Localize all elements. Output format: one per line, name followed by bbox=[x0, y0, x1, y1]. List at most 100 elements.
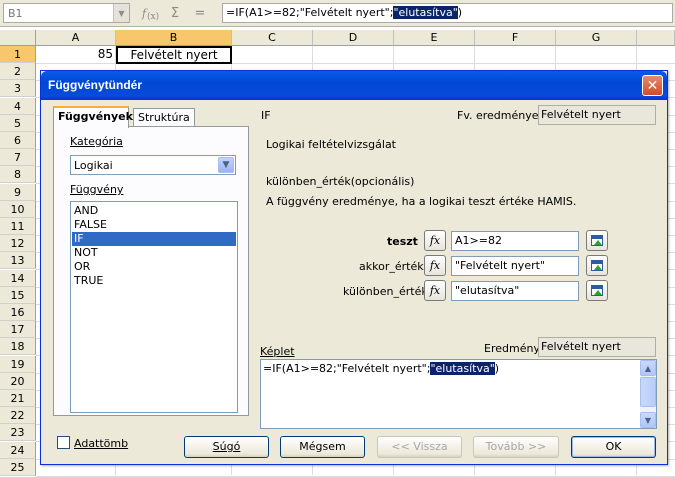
argument-input-then[interactable]: "Felvételt nyert" bbox=[451, 256, 579, 276]
shrink-dialog-icon[interactable] bbox=[586, 255, 608, 276]
row-header-21[interactable]: 21 bbox=[0, 390, 36, 407]
row-header-3[interactable]: 3 bbox=[0, 80, 36, 98]
list-item-selected[interactable]: IF bbox=[72, 232, 236, 246]
list-item[interactable]: NOT bbox=[72, 246, 236, 260]
cell-b1[interactable]: Felvételt nyert bbox=[116, 46, 232, 64]
functions-panel: Kategória Logikai ▼ Függvény AND FALSE I… bbox=[53, 126, 249, 416]
tab-structure[interactable]: Struktúra bbox=[133, 108, 195, 128]
row-header-25[interactable]: 25 bbox=[0, 458, 36, 476]
formula-scrollbar[interactable]: ▲ ▼ bbox=[640, 360, 656, 428]
shrink-dialog-icon[interactable] bbox=[586, 230, 608, 251]
help-button[interactable]: Súgó bbox=[184, 436, 269, 458]
list-item[interactable]: AND bbox=[72, 204, 236, 218]
row-header-10[interactable]: 10 bbox=[0, 200, 36, 218]
row-header-9[interactable]: 9 bbox=[0, 183, 36, 201]
category-label: Kategória bbox=[70, 135, 123, 148]
formula-text: =IF(A1>=82;"Felvételt nyert"; bbox=[226, 6, 394, 19]
column-header-f[interactable]: F bbox=[475, 30, 556, 46]
argument-input-test[interactable]: A1>=82 bbox=[451, 231, 579, 251]
row-header-23[interactable]: 23 bbox=[0, 424, 36, 442]
formula-label: Képlet bbox=[260, 345, 295, 358]
function-label: Függvény bbox=[70, 183, 124, 196]
equals-icon[interactable]: = bbox=[190, 4, 210, 22]
name-box[interactable]: B1 ▼ bbox=[3, 3, 130, 23]
row-header-18[interactable]: 18 bbox=[0, 338, 36, 356]
row-header-13[interactable]: 13 bbox=[0, 252, 36, 270]
row-header-22[interactable]: 22 bbox=[0, 407, 36, 425]
category-value: Logikai bbox=[74, 159, 113, 172]
formula-editor-prefix: =IF(A1>=82;"Felvételt nyert"; bbox=[263, 362, 431, 375]
row-header-15[interactable]: 15 bbox=[0, 286, 36, 304]
column-header-g[interactable]: G bbox=[556, 30, 637, 46]
shrink-dialog-icon[interactable] bbox=[586, 280, 608, 301]
row-header-17[interactable]: 17 bbox=[0, 321, 36, 339]
chevron-down-icon[interactable]: ▼ bbox=[113, 4, 129, 22]
column-header-d[interactable]: D bbox=[313, 30, 394, 46]
cancel-button[interactable]: Mégsem bbox=[280, 436, 365, 458]
array-label: Adattömb bbox=[74, 437, 129, 450]
formula-editor-text: =IF(A1>=82;"Felvételt nyert";"elutasítva… bbox=[263, 362, 499, 375]
row-header-4[interactable]: 4 bbox=[0, 97, 36, 115]
column-header-partial[interactable] bbox=[637, 30, 675, 46]
argument-input-else[interactable]: "elutasítva" bbox=[451, 281, 579, 301]
function-list[interactable]: AND FALSE IF NOT OR TRUE bbox=[70, 201, 238, 413]
chevron-down-icon[interactable]: ▼ bbox=[218, 157, 234, 173]
dialog-titlebar[interactable]: Függvénytündér ✕ bbox=[41, 71, 667, 100]
sum-icon[interactable]: Σ bbox=[165, 4, 185, 22]
dialog-title: Függvénytündér bbox=[48, 78, 143, 92]
cancel-button-label: Mégsem bbox=[299, 440, 346, 453]
parameter-description: A függvény eredménye, ha a logikai teszt… bbox=[266, 195, 577, 208]
row-header-2[interactable]: 2 bbox=[0, 63, 36, 81]
column-header-e[interactable]: E bbox=[394, 30, 475, 46]
close-icon[interactable]: ✕ bbox=[642, 75, 663, 96]
help-button-label: Súgó bbox=[212, 440, 241, 453]
row-header-7[interactable]: 7 bbox=[0, 149, 36, 167]
function-name: IF bbox=[261, 109, 271, 122]
row-header-20[interactable]: 20 bbox=[0, 372, 36, 390]
parameter-name: különben_érték(opcionális) bbox=[266, 175, 415, 188]
row-header-24[interactable]: 24 bbox=[0, 441, 36, 459]
row-header-8[interactable]: 8 bbox=[0, 166, 36, 184]
row-header-1[interactable]: 1 bbox=[0, 46, 36, 63]
formula-editor-suffix: ) bbox=[494, 362, 500, 375]
argument-label-then: akkor_érték bbox=[359, 260, 424, 273]
scroll-thumb[interactable] bbox=[640, 377, 656, 407]
category-select[interactable]: Logikai ▼ bbox=[70, 155, 236, 175]
fx-icon[interactable]: fx bbox=[424, 255, 446, 276]
select-all-corner[interactable] bbox=[0, 30, 36, 46]
eredmeny-label: Eredmény bbox=[484, 342, 540, 355]
list-item[interactable]: FALSE bbox=[72, 218, 236, 232]
row-header-6[interactable]: 6 bbox=[0, 132, 36, 149]
formula-input[interactable]: =IF(A1>=82;"Felvételt nyert";"elutasítva… bbox=[222, 3, 673, 23]
row-header-11[interactable]: 11 bbox=[0, 218, 36, 235]
name-box-value: B1 bbox=[8, 7, 23, 20]
next-button[interactable]: Tovább >> bbox=[473, 436, 559, 458]
column-header-a[interactable]: A bbox=[36, 30, 116, 46]
cell-a1[interactable]: 85 bbox=[36, 46, 116, 64]
formula-editor[interactable]: =IF(A1>=82;"Felvételt nyert";"elutasítva… bbox=[260, 359, 657, 429]
back-button[interactable]: << Vissza bbox=[377, 436, 462, 458]
row-header-19[interactable]: 19 bbox=[0, 355, 36, 373]
formula-selection: "elutasítva" bbox=[393, 6, 458, 19]
row-header-12[interactable]: 12 bbox=[0, 235, 36, 253]
argument-label-test: teszt bbox=[387, 235, 418, 248]
list-item[interactable]: TRUE bbox=[72, 274, 236, 288]
function-wizard-icon[interactable]: f (x) bbox=[140, 4, 160, 22]
ok-button[interactable]: OK bbox=[571, 436, 656, 458]
row-header-16[interactable]: 16 bbox=[0, 304, 36, 321]
column-header-c[interactable]: C bbox=[232, 30, 313, 46]
row-header-5[interactable]: 5 bbox=[0, 114, 36, 132]
function-description: Logikai feltételvizsgálat bbox=[266, 138, 396, 151]
argument-label-else: különben_érték bbox=[343, 285, 428, 298]
formula-bar: B1 ▼ f (x) Σ = =IF(A1>=82;"Felvételt nyer… bbox=[0, 0, 675, 27]
fx-icon[interactable]: fx bbox=[424, 280, 446, 301]
formula-suffix: ) bbox=[457, 6, 463, 19]
array-checkbox[interactable] bbox=[57, 436, 70, 449]
row-header-14[interactable]: 14 bbox=[0, 269, 36, 287]
fx-icon[interactable]: fx bbox=[424, 230, 446, 251]
list-item[interactable]: OR bbox=[72, 260, 236, 274]
tab-functions[interactable]: Függvények bbox=[53, 106, 133, 128]
scroll-up-icon[interactable]: ▲ bbox=[640, 360, 656, 376]
column-header-b[interactable]: B bbox=[116, 30, 232, 46]
scroll-down-icon[interactable]: ▼ bbox=[640, 412, 656, 428]
